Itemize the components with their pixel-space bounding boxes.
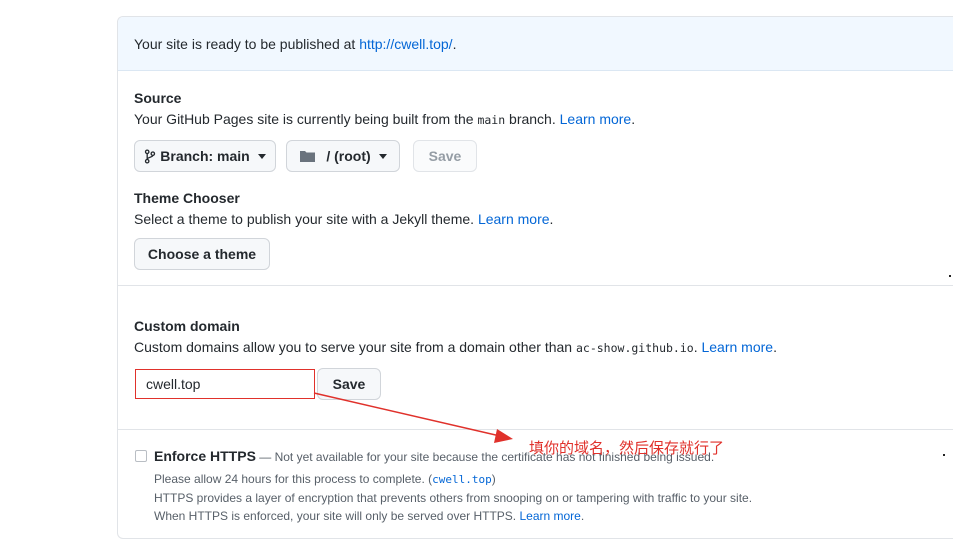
annotation-text: 填你的域名，然后保存就行了	[529, 439, 725, 457]
stray-dot	[943, 454, 945, 456]
annotation-arrow	[313, 392, 513, 443]
stray-dot	[949, 275, 951, 277]
